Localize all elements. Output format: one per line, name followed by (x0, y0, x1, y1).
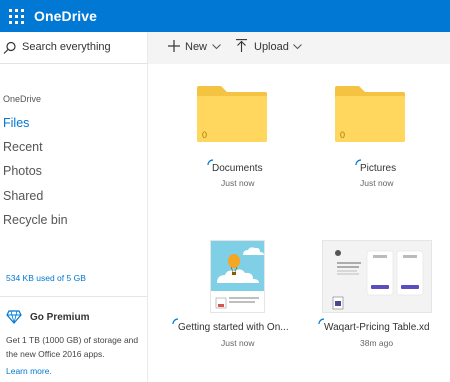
folder-item-count: 0 (340, 130, 346, 140)
divider (0, 296, 148, 297)
plus-icon (168, 40, 180, 52)
premium-title: Go Premium (30, 312, 90, 323)
file-thumbnail[interactable] (322, 240, 432, 313)
chevron-down-icon (293, 44, 302, 50)
sidebar: Search everything OneDrive Files Recent … (0, 32, 148, 382)
upload-button[interactable]: Upload (254, 41, 289, 53)
chevron-down-icon (212, 44, 221, 50)
sidebar-item-recent[interactable]: Recent (3, 140, 43, 154)
diamond-icon (6, 310, 22, 324)
storage-usage[interactable]: 534 KB used of 5 GB (6, 273, 86, 283)
new-button[interactable]: New (185, 41, 207, 53)
folder-icon[interactable] (335, 84, 405, 142)
item-modified: Just now (221, 338, 255, 348)
app-title[interactable]: OneDrive (34, 8, 97, 24)
item-name[interactable]: Pictures (360, 163, 396, 174)
folder-icon[interactable] (197, 84, 267, 142)
item-modified: Just now (221, 178, 255, 188)
sidebar-item-shared[interactable]: Shared (3, 189, 43, 203)
folder-item-count: 0 (202, 130, 208, 140)
learn-more-link[interactable]: Learn more. (6, 366, 52, 376)
file-thumbnail[interactable] (210, 240, 265, 313)
item-name[interactable]: Documents (212, 163, 263, 174)
item-modified: Just now (360, 178, 394, 188)
item-name[interactable]: Waqart-Pricing Table.xd (324, 322, 430, 333)
item-name[interactable]: Getting started with On... (178, 322, 289, 333)
premium-description: Get 1 TB (1000 GB) of storage and the ne… (6, 335, 139, 359)
sidebar-item-recycle-bin[interactable]: Recycle bin (3, 213, 68, 227)
top-bar: OneDrive (0, 0, 450, 32)
item-modified: 38m ago (360, 338, 394, 348)
upload-icon (236, 39, 247, 52)
search-icon (3, 41, 16, 54)
search-input[interactable]: Search everything (22, 41, 111, 53)
sidebar-item-files[interactable]: Files (3, 116, 29, 130)
getting-started-preview (211, 241, 264, 312)
sidebar-item-photos[interactable]: Photos (3, 164, 42, 178)
search-box[interactable]: Search everything (0, 32, 148, 64)
waffle-icon[interactable] (0, 0, 32, 32)
section-label: OneDrive (3, 94, 42, 104)
xd-preview (323, 241, 431, 312)
